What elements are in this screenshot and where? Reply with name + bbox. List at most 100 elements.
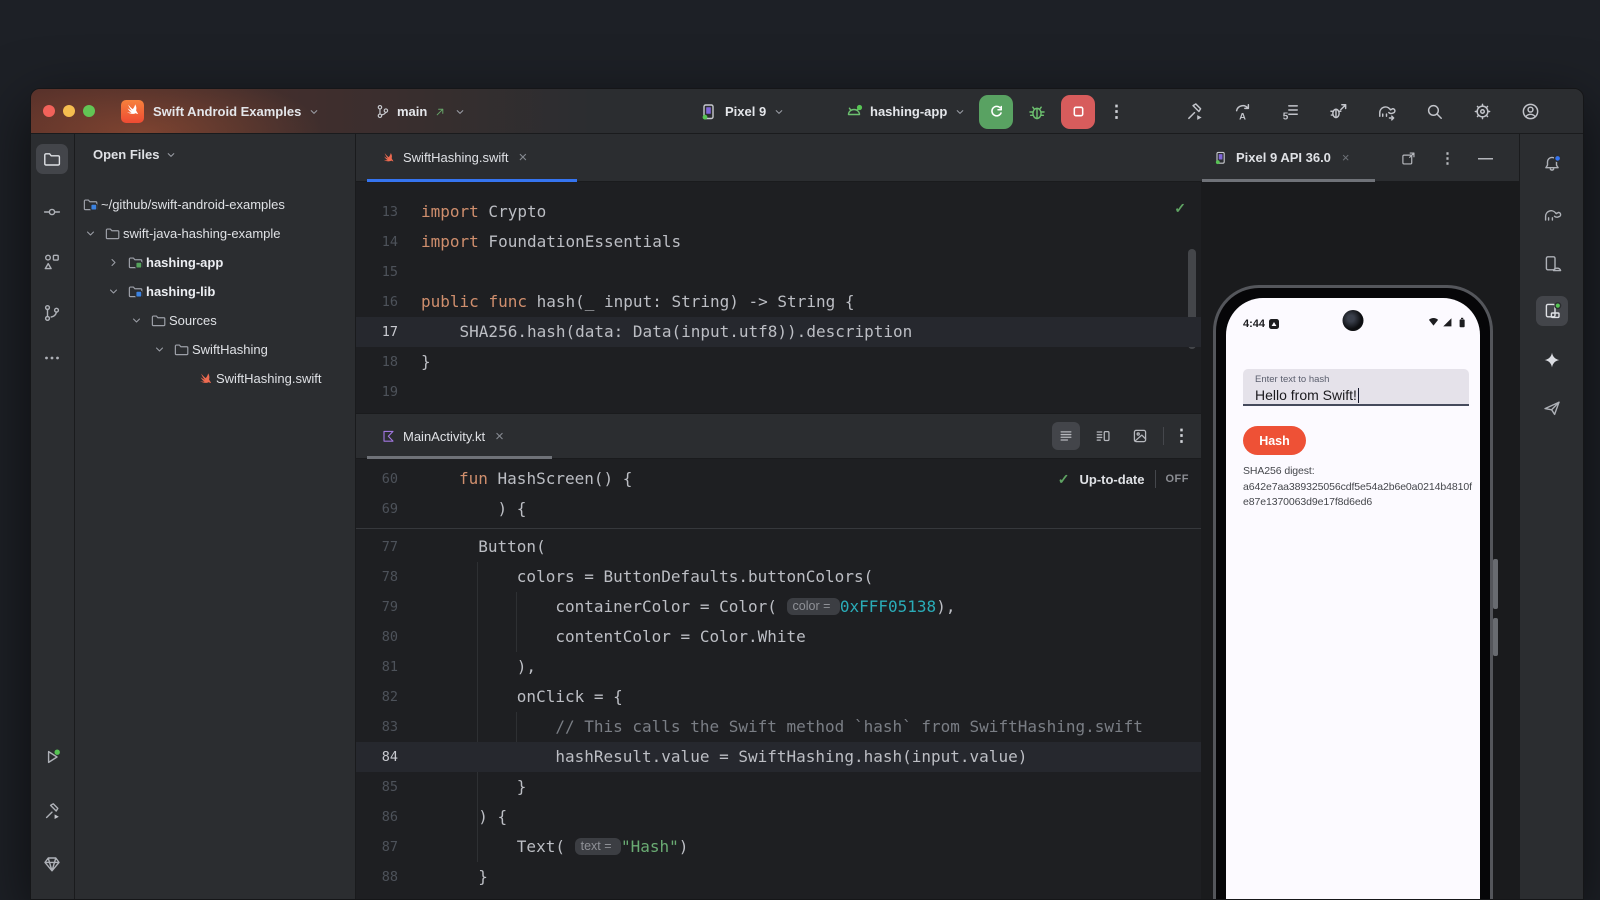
power-button[interactable] xyxy=(1493,618,1498,656)
code-line[interactable]: 87 Text( text = "Hash") xyxy=(356,832,1201,862)
more-horizontal-button[interactable] xyxy=(36,886,68,900)
tab-swifthashing-swift[interactable]: SwiftHashing.swift × xyxy=(367,134,577,181)
close-tab-icon[interactable]: × xyxy=(1342,150,1350,165)
code-text[interactable]: hashResult.value = SwiftHashing.hash(inp… xyxy=(459,742,1027,772)
project-folder-button[interactable] xyxy=(36,144,68,174)
tree-item[interactable]: swift-java-hashing-example xyxy=(75,219,355,248)
tree-item[interactable]: ~/github/swift-android-examples xyxy=(75,190,355,219)
code-text[interactable]: SHA256.hash(data: Data(input.utf8)).desc… xyxy=(421,317,912,347)
code-line[interactable]: 83 // This calls the Swift method `hash`… xyxy=(356,712,1201,742)
line-number[interactable]: 87 xyxy=(356,832,398,862)
code-text[interactable]: } xyxy=(459,772,526,802)
close-window-button[interactable] xyxy=(43,105,55,117)
line-number[interactable]: 17 xyxy=(356,317,398,347)
code-text[interactable]: onClick = { xyxy=(459,682,623,712)
chevron-down-icon[interactable] xyxy=(102,284,124,299)
chevron-right-icon[interactable] xyxy=(102,255,124,270)
gradle-sync-icon[interactable] xyxy=(1376,101,1397,122)
more-vertical-icon[interactable]: ⋮ xyxy=(1173,426,1191,446)
line-number[interactable]: 14 xyxy=(356,227,398,257)
line-number[interactable]: 85 xyxy=(356,772,398,802)
editor-mainactivity[interactable]: ✓ Up-to-date OFF 60fun HashScreen() {69 … xyxy=(356,459,1201,899)
code-text[interactable]: colors = ButtonDefaults.buttonColors( xyxy=(459,562,873,592)
close-tab-icon[interactable]: × xyxy=(495,428,504,445)
code-text[interactable]: ) { xyxy=(459,802,507,832)
run-play-button[interactable] xyxy=(36,742,68,772)
line-number[interactable]: 77 xyxy=(356,532,398,562)
code-text[interactable]: fun HashScreen() { xyxy=(459,464,632,494)
tree-item[interactable]: hashing-app xyxy=(75,248,355,277)
account-profile-icon[interactable] xyxy=(1520,101,1541,122)
more-vertical-icon[interactable]: ⋮ xyxy=(1108,102,1126,122)
code-line[interactable]: 85 } xyxy=(356,772,1201,802)
emulator-tab[interactable]: Pixel 9 API 36.0 × xyxy=(1213,134,1350,181)
code-line[interactable]: 81 ), xyxy=(356,652,1201,682)
debug-bug-icon[interactable] xyxy=(1026,101,1048,123)
code-line[interactable]: 16public func hash(_ input: String) -> S… xyxy=(356,287,1201,317)
gradle-elephant-button[interactable] xyxy=(1536,200,1568,230)
code-text[interactable]: import FoundationEssentials xyxy=(421,227,681,257)
settings-gear-icon[interactable] xyxy=(1472,101,1493,122)
code-line[interactable]: 84 hashResult.value = SwiftHashing.hash(… xyxy=(356,742,1201,772)
code-line[interactable]: 14 import FoundationEssentials xyxy=(356,227,1201,257)
code-text[interactable]: ), xyxy=(459,652,536,682)
line-number[interactable]: 79 xyxy=(356,592,398,622)
line-number[interactable]: 19 xyxy=(356,377,398,407)
hash-button[interactable]: Hash xyxy=(1243,426,1306,455)
running-devices-button[interactable] xyxy=(1536,296,1568,326)
code-text[interactable]: import Crypto xyxy=(421,197,546,227)
code-text[interactable]: Text( text = "Hash") xyxy=(459,832,688,862)
branch-selector[interactable]: main xyxy=(374,89,467,134)
volume-button[interactable] xyxy=(1493,559,1498,609)
search-everywhere-icon[interactable] xyxy=(1424,101,1445,122)
line-number[interactable]: 88 xyxy=(356,862,398,892)
close-tab-icon[interactable]: × xyxy=(518,149,527,166)
code-line[interactable]: 69 ) { xyxy=(356,494,1201,524)
code-text[interactable]: contentColor = Color.White xyxy=(459,622,806,652)
line-number[interactable]: 86 xyxy=(356,802,398,832)
open-in-new-window-icon[interactable] xyxy=(1400,150,1417,167)
line-number[interactable]: 69 xyxy=(356,494,398,524)
chevron-down-icon[interactable] xyxy=(79,226,101,241)
line-number[interactable]: 15 xyxy=(356,257,398,287)
version-control-button[interactable] xyxy=(36,298,68,328)
build-hammer-icon[interactable] xyxy=(1184,101,1205,122)
code-line[interactable]: 86 ) { xyxy=(356,802,1201,832)
line-number[interactable]: 16 xyxy=(356,287,398,317)
code-text[interactable]: } xyxy=(421,347,431,377)
line-number[interactable]: 81 xyxy=(356,652,398,682)
code-line[interactable]: 88 } xyxy=(356,862,1201,892)
more-horizontal-button[interactable] xyxy=(36,343,68,373)
code-view-button[interactable] xyxy=(1052,422,1080,450)
editor-swifthashing[interactable]: ✓ 13import Crypto14import FoundationEsse… xyxy=(356,182,1201,413)
code-line[interactable]: 13import Crypto xyxy=(356,197,1201,227)
code-line[interactable]: 82 onClick = { xyxy=(356,682,1201,712)
rerun-button[interactable] xyxy=(979,95,1013,129)
commit-button[interactable] xyxy=(36,197,68,227)
line-number[interactable]: 18 xyxy=(356,347,398,377)
code-line[interactable]: 18} xyxy=(356,347,1201,377)
split-view-button[interactable] xyxy=(1089,422,1117,450)
more-vertical-icon[interactable]: ⋮ xyxy=(1440,149,1455,167)
hide-icon[interactable]: — xyxy=(1478,150,1493,167)
inspections-diamond-button[interactable] xyxy=(36,849,68,879)
project-selector[interactable]: Swift Android Examples xyxy=(153,89,321,134)
rerun-with-ai-icon[interactable]: A xyxy=(1232,101,1253,122)
device-manager-button[interactable] xyxy=(1536,249,1568,279)
build-hammer-button[interactable] xyxy=(36,796,68,826)
packages-button[interactable] xyxy=(36,247,68,277)
code-text[interactable]: Button( xyxy=(459,532,546,562)
code-line[interactable]: 19 xyxy=(356,377,1201,407)
tab-mainactivity-kt[interactable]: MainActivity.kt × xyxy=(367,414,552,458)
line-number[interactable]: 82 xyxy=(356,682,398,712)
tree-item[interactable]: Sources xyxy=(75,306,355,335)
line-number[interactable]: 83 xyxy=(356,712,398,742)
code-line[interactable]: 77 Button( xyxy=(356,532,1201,562)
code-text[interactable]: containerColor = Color( color = 0xFFF051… xyxy=(459,592,955,622)
code-text[interactable]: } xyxy=(459,862,488,892)
code-line[interactable]: 79 containerColor = Color( color = 0xFFF… xyxy=(356,592,1201,622)
chevron-down-icon[interactable] xyxy=(125,313,147,328)
code-line[interactable]: 60fun HashScreen() { xyxy=(356,464,1201,494)
code-line[interactable]: 17 SHA256.hash(data: Data(input.utf8)).d… xyxy=(356,317,1201,347)
gemini-sparkle-button[interactable] xyxy=(1536,345,1568,375)
